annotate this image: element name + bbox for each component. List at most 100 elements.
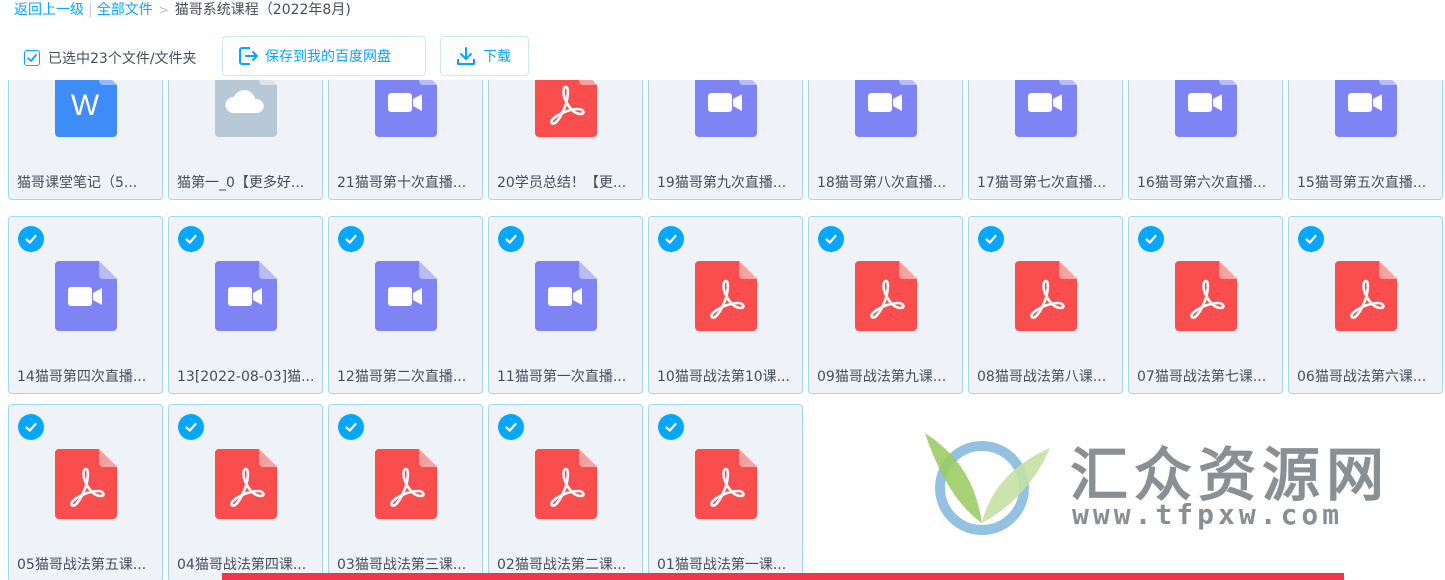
- pdf-file-icon: [695, 261, 757, 331]
- checkmark-icon[interactable]: [18, 414, 44, 440]
- pdf-file-icon: [55, 449, 117, 519]
- pdf-file-icon: [535, 80, 597, 137]
- file-name: 18猫哥第八次直播...: [817, 175, 947, 191]
- file-item[interactable]: 04猫哥战法第四课...: [168, 404, 323, 580]
- current-folder: 猫哥系统课程（2022年8月): [174, 2, 351, 18]
- video-file-icon: [1335, 80, 1397, 137]
- file-name: 11猫哥第一次直播...: [497, 369, 627, 385]
- file-name: 10猫哥战法第10课...: [657, 369, 790, 385]
- file-item[interactable]: 06猫哥战法第六课...: [1288, 216, 1443, 394]
- leaf-logo-icon: [925, 433, 1050, 535]
- file-item[interactable]: 13[2022-08-03]猫...: [168, 216, 323, 394]
- file-name: 03猫哥战法第三课...: [337, 557, 467, 573]
- file-item[interactable]: 07猫哥战法第七课...: [1128, 216, 1283, 394]
- pdf-file-icon: [1175, 261, 1237, 331]
- pdf-file-icon: [695, 449, 757, 519]
- selected-count-label: 已选中23个文件/文件夹: [48, 51, 197, 67]
- toolbar: 已选中23个文件/文件夹 保存到我的百度网盘 下载: [0, 36, 1445, 76]
- checkmark-icon[interactable]: [978, 226, 1004, 252]
- video-file-icon: [375, 261, 437, 331]
- video-file-icon: [695, 80, 757, 137]
- video-file-icon: [55, 261, 117, 331]
- file-name: 04猫哥战法第四课...: [177, 557, 307, 573]
- checkbox-checked-icon[interactable]: [24, 50, 40, 66]
- checkmark-icon[interactable]: [658, 226, 684, 252]
- file-item[interactable]: 11猫哥第一次直播...: [488, 216, 643, 394]
- video-file-icon: [1015, 80, 1077, 137]
- checkmark-icon[interactable]: [1138, 226, 1164, 252]
- file-item[interactable]: 17猫哥第七次直播...: [968, 80, 1123, 200]
- file-item[interactable]: 08猫哥战法第八课...: [968, 216, 1123, 394]
- file-item[interactable]: 21猫哥第十次直播...: [328, 80, 483, 200]
- file-name: 06猫哥战法第六课...: [1297, 369, 1427, 385]
- save-button-label: 保存到我的百度网盘: [265, 49, 391, 65]
- file-name: 12猫哥第二次直播...: [337, 369, 467, 385]
- file-item[interactable]: 20学员总结！【更...: [488, 80, 643, 200]
- file-name: 09猫哥战法第九课...: [817, 369, 947, 385]
- video-file-icon: [215, 261, 277, 331]
- file-item[interactable]: 18猫哥第八次直播...: [808, 80, 963, 200]
- checkmark-icon[interactable]: [18, 226, 44, 252]
- file-item[interactable]: 12猫哥第二次直播...: [328, 216, 483, 394]
- file-item[interactable]: 02猫哥战法第二课...: [488, 404, 643, 580]
- file-name: 14猫哥第四次直播...: [17, 369, 147, 385]
- svg-text:W: W: [71, 89, 100, 122]
- pdf-file-icon: [375, 449, 437, 519]
- pdf-file-icon: [535, 449, 597, 519]
- checkmark-icon[interactable]: [658, 414, 684, 440]
- breadcrumb: 返回上一级 | 全部文件 > 猫哥系统课程（2022年8月): [14, 0, 351, 20]
- all-files-link[interactable]: 全部文件: [97, 2, 153, 18]
- save-icon: [239, 47, 258, 65]
- file-item[interactable]: 19猫哥第九次直播...: [648, 80, 803, 200]
- checkmark-icon[interactable]: [1298, 226, 1324, 252]
- file-name: 08猫哥战法第八课...: [977, 369, 1107, 385]
- file-name: 16猫哥第六次直播...: [1137, 175, 1267, 191]
- select-all-checkbox[interactable]: 已选中23个文件/文件夹: [24, 48, 197, 68]
- file-item[interactable]: 16猫哥第六次直播...: [1128, 80, 1283, 200]
- file-name: 13[2022-08-03]猫...: [177, 369, 315, 385]
- video-file-icon: [375, 80, 437, 137]
- checkmark-icon[interactable]: [338, 414, 364, 440]
- file-item[interactable]: 01猫哥战法第一课...: [648, 404, 803, 580]
- file-name: 07猫哥战法第七课...: [1137, 369, 1267, 385]
- chevron-right-icon: >: [158, 3, 169, 17]
- download-button[interactable]: 下载: [440, 36, 529, 76]
- file-item[interactable]: 猫第一_0【更多好...: [168, 80, 323, 200]
- cloud-file-icon: [215, 80, 277, 137]
- file-name: 猫哥课堂笔记（5...: [17, 175, 138, 191]
- download-button-label: 下载: [483, 49, 511, 65]
- file-name: 05猫哥战法第五课...: [17, 557, 147, 573]
- file-name: 19猫哥第九次直播...: [657, 175, 787, 191]
- video-file-icon: [1175, 80, 1237, 137]
- video-file-icon: [855, 80, 917, 137]
- video-file-icon: [535, 261, 597, 331]
- file-item[interactable]: 14猫哥第四次直播...: [8, 216, 163, 394]
- file-item[interactable]: 09猫哥战法第九课...: [808, 216, 963, 394]
- download-icon: [457, 47, 475, 65]
- file-name: 20学员总结！【更...: [497, 175, 627, 191]
- bottom-banner: [222, 573, 1344, 580]
- checkmark-icon[interactable]: [178, 414, 204, 440]
- file-name: 01猫哥战法第一课...: [657, 557, 787, 573]
- save-to-netdisk-button[interactable]: 保存到我的百度网盘: [222, 36, 426, 76]
- checkmark-icon[interactable]: [498, 414, 524, 440]
- file-item[interactable]: 15猫哥第五次直播...: [1288, 80, 1443, 200]
- checkmark-icon[interactable]: [498, 226, 524, 252]
- watermark-url: www.tfpxw.com: [1072, 498, 1344, 531]
- file-name: 猫第一_0【更多好...: [177, 175, 305, 191]
- file-item[interactable]: 05猫哥战法第五课...: [8, 404, 163, 580]
- breadcrumb-separator: |: [88, 2, 93, 18]
- checkmark-icon[interactable]: [338, 226, 364, 252]
- file-name: 02猫哥战法第二课...: [497, 557, 627, 573]
- watermark: 汇众资源网 www.tfpxw.com: [920, 428, 1420, 538]
- file-item[interactable]: W 猫哥课堂笔记（5...: [8, 80, 163, 200]
- file-item[interactable]: 03猫哥战法第三课...: [328, 404, 483, 580]
- back-link[interactable]: 返回上一级: [14, 2, 84, 18]
- checkmark-icon[interactable]: [178, 226, 204, 252]
- file-name: 15猫哥第五次直播...: [1297, 175, 1427, 191]
- checkmark-icon[interactable]: [818, 226, 844, 252]
- pdf-file-icon: [1335, 261, 1397, 331]
- pdf-file-icon: [855, 261, 917, 331]
- pdf-file-icon: [215, 449, 277, 519]
- file-item[interactable]: 10猫哥战法第10课...: [648, 216, 803, 394]
